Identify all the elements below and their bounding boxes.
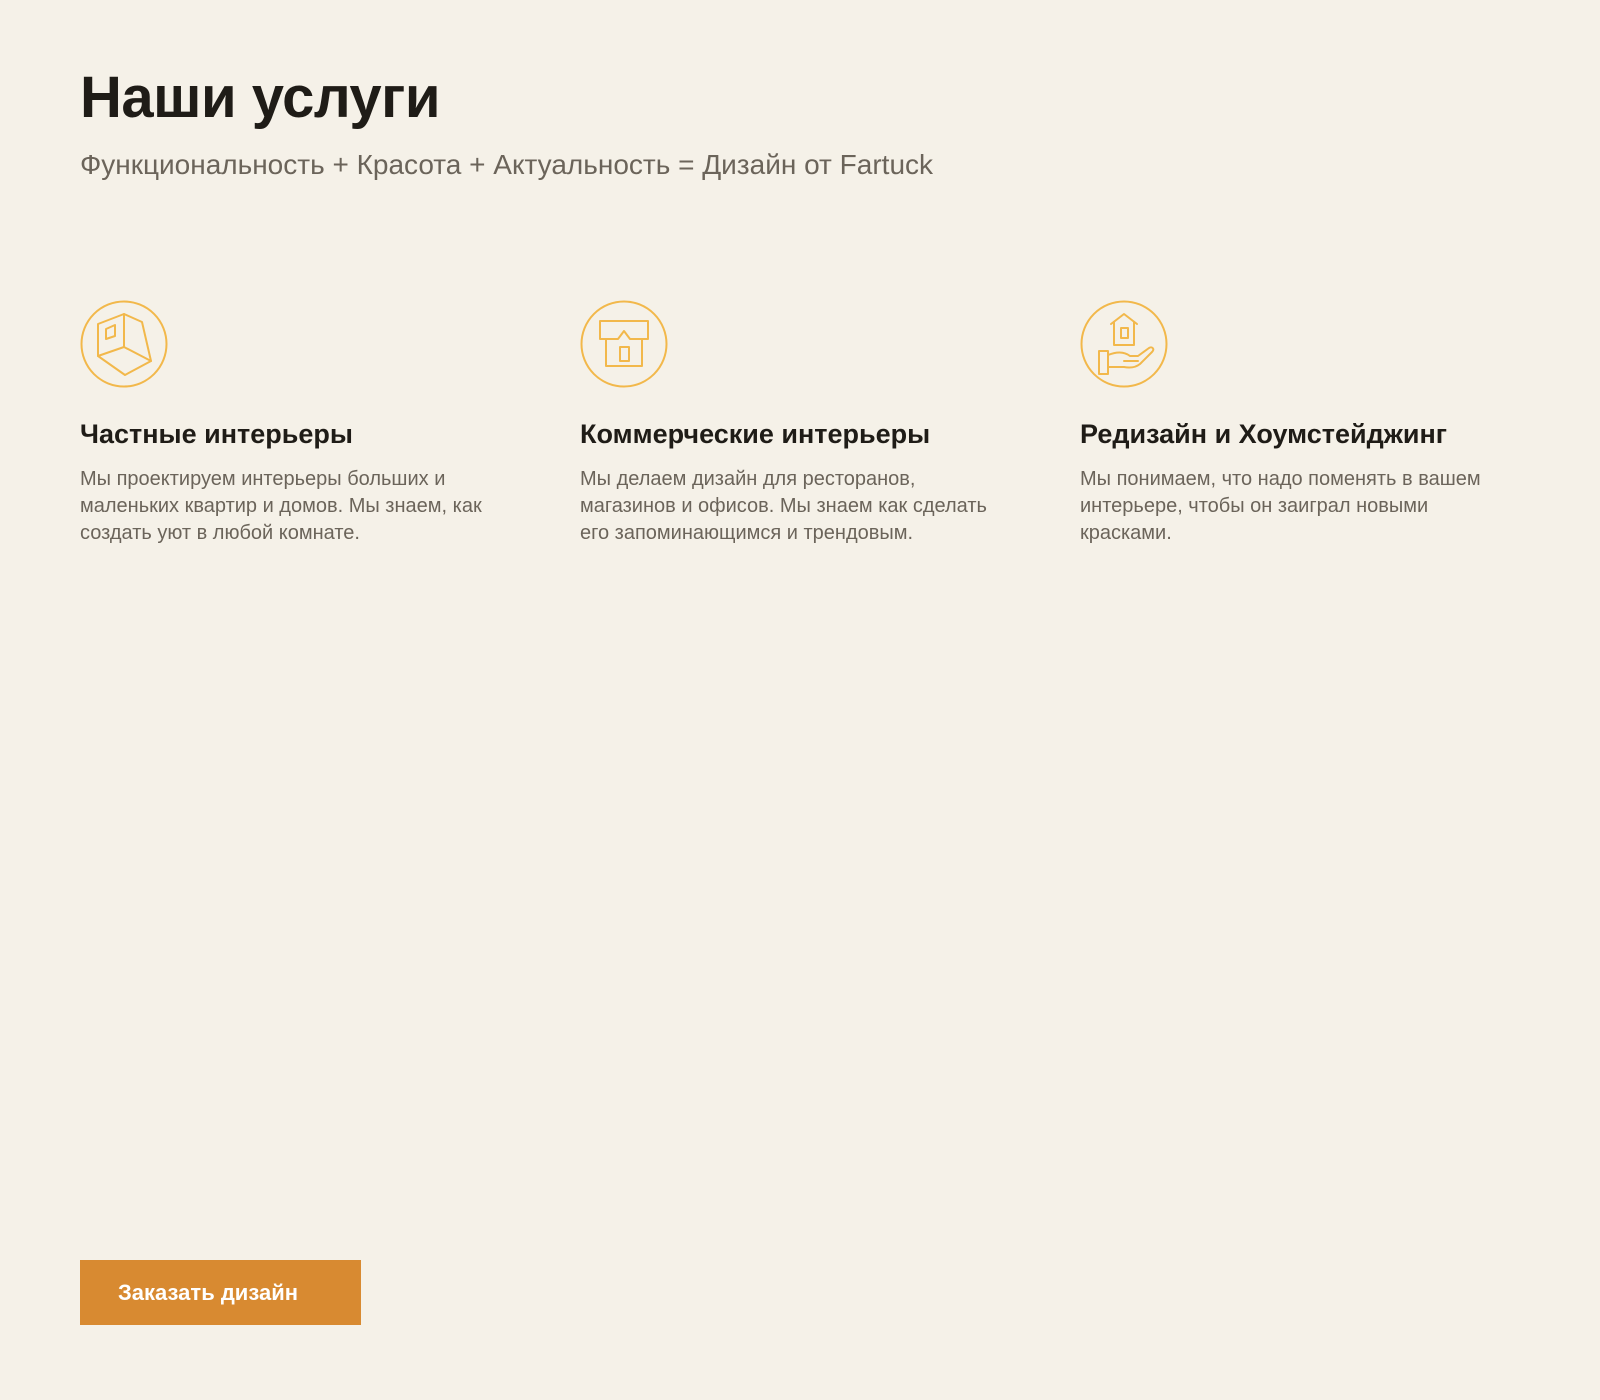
- service-title: Коммерческие интерьеры: [580, 419, 931, 449]
- services-list: Частные интерьеры Мы проектируем интерье…: [80, 300, 1580, 547]
- service-commercial-interiors: Коммерческие интерьеры Мы делаем дизайн …: [580, 300, 1080, 547]
- service-description: Мы делаем дизайн для ресторанов, магазин…: [580, 467, 987, 544]
- service-description: Мы проектируем интерьеры больших и мален…: [80, 467, 482, 544]
- page-title: Наши услуги: [80, 65, 440, 130]
- order-design-button[interactable]: Заказать дизайн: [80, 1260, 361, 1325]
- house-in-hand-icon: [1080, 300, 1168, 388]
- service-title: Частные интерьеры: [80, 419, 353, 449]
- service-redesign-homestaging: Редизайн и Хоумстейджинг Мы понимаем, чт…: [1080, 300, 1580, 547]
- service-title: Редизайн и Хоумстейджинг: [1080, 419, 1448, 449]
- service-description: Мы понимаем, что надо поменять в вашем и…: [1080, 467, 1481, 544]
- cube-room-icon: [80, 300, 168, 388]
- storefront-icon: [580, 300, 668, 388]
- service-private-interiors: Частные интерьеры Мы проектируем интерье…: [80, 300, 580, 547]
- page-subtitle: Функциональность + Красота + Актуальност…: [80, 149, 934, 180]
